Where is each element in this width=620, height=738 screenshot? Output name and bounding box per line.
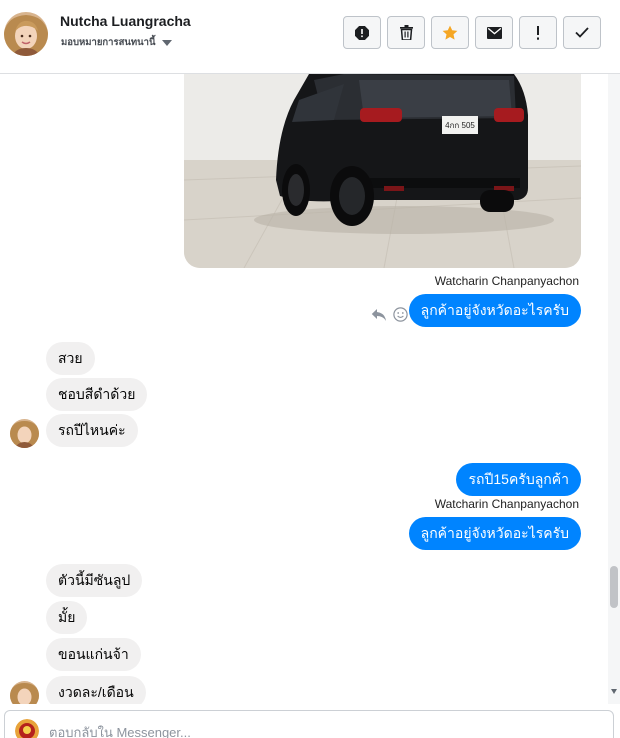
sender-name: Watcharin Chanpanyachon — [434, 274, 579, 288]
message-actions — [371, 307, 408, 322]
outgoing-message[interactable]: รถปี15ครับลูกค้า — [456, 463, 581, 496]
incoming-message[interactable]: มั้ย — [46, 601, 88, 634]
conversation-toolbar — [343, 16, 601, 49]
page-avatar — [15, 719, 39, 738]
outgoing-message[interactable]: ลูกค้าอยู่จังหวัดอะไรครับ — [408, 517, 581, 550]
star-icon — [442, 25, 458, 40]
license-plate-text: 4กก 505 — [445, 121, 475, 130]
envelope-icon — [486, 26, 502, 39]
star-button[interactable] — [431, 16, 469, 49]
conversation-header: Nutcha Luangracha มอบหมายการสนทนานี้ — [0, 0, 620, 74]
contact-avatar[interactable] — [4, 12, 48, 56]
shared-car-photo[interactable]: 4กก 505 — [184, 74, 581, 268]
report-button[interactable] — [343, 16, 381, 49]
scrollbar-thumb[interactable] — [610, 566, 618, 608]
contact-name[interactable]: Nutcha Luangracha — [60, 13, 191, 29]
trash-icon — [399, 25, 413, 40]
emoji-reaction-icon[interactable] — [393, 307, 408, 322]
assign-conversation-dropdown[interactable]: มอบหมายการสนทนานี้ — [61, 35, 172, 50]
follow-up-button[interactable] — [519, 16, 557, 49]
mark-unread-button[interactable] — [475, 16, 513, 49]
incoming-message[interactable]: สวย — [46, 342, 95, 375]
delete-button[interactable] — [387, 16, 425, 49]
incoming-message[interactable]: รถปีไหนค่ะ — [46, 414, 138, 447]
check-icon — [575, 27, 589, 38]
assign-label: มอบหมายการสนทนานี้ — [61, 37, 156, 48]
message-list[interactable]: 4กก 505 Watcharin Chanpanyachon ลูกค้าอย… — [0, 74, 608, 704]
caret-down-icon — [161, 39, 172, 46]
exclamation-icon — [537, 25, 539, 40]
sender-name: Watcharin Chanpanyachon — [434, 497, 579, 511]
scroll-down-arrow-icon[interactable] — [611, 689, 617, 694]
incoming-message[interactable]: ชอบสีดำด้วย — [46, 378, 148, 411]
outgoing-message[interactable]: ลูกค้าอยู่จังหวัดอะไรครับ — [408, 294, 581, 327]
incoming-message[interactable]: ตัวนี้มีซันลูป — [46, 564, 143, 597]
contact-avatar-small — [10, 419, 39, 448]
incoming-message[interactable]: งวดละ/เดือน — [46, 676, 146, 704]
message-composer — [4, 710, 614, 738]
message-scrollbar[interactable] — [608, 74, 620, 704]
reply-icon[interactable] — [371, 308, 387, 322]
contact-avatar-small — [10, 681, 39, 704]
mark-done-button[interactable] — [563, 16, 601, 49]
report-icon — [355, 25, 369, 40]
reply-input[interactable] — [49, 725, 589, 738]
incoming-message[interactable]: ขอนแก่นจ้า — [46, 638, 141, 671]
